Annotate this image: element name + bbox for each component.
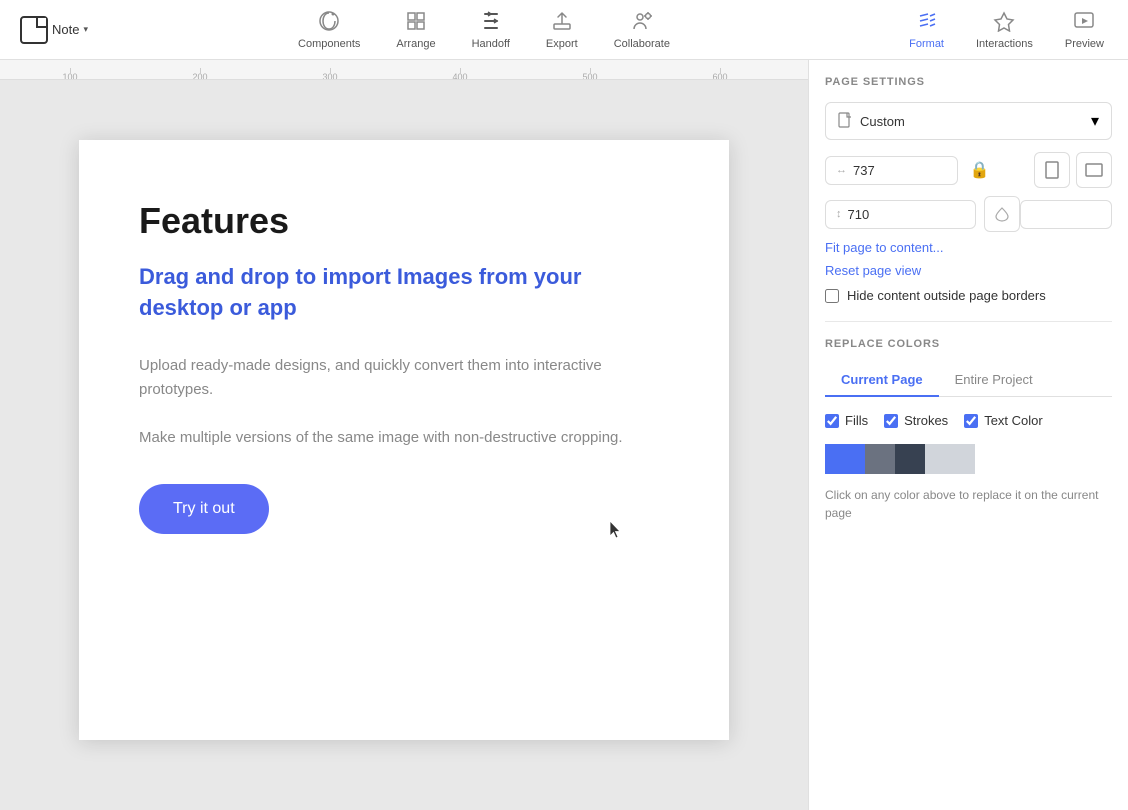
lock-icon[interactable]: 🔒	[966, 156, 994, 184]
arrange-label: Arrange	[396, 38, 435, 50]
canvas-area[interactable]: 100 200 300 400 500 600 Features Drag an…	[0, 60, 808, 810]
collaborate-tool[interactable]: Collaborate	[600, 4, 684, 56]
format-tool[interactable]: Format	[895, 4, 958, 56]
ruler-tick-100	[70, 68, 71, 74]
height-input-group: ↕	[825, 200, 976, 229]
components-icon	[318, 10, 340, 35]
main-layout: 100 200 300 400 500 600 Features Drag an…	[0, 60, 1128, 810]
ruler-tick-500	[590, 68, 591, 74]
ruler-top: 100 200 300 400 500 600	[0, 60, 808, 80]
fill-row	[984, 196, 1113, 232]
height-icon: ↕	[836, 208, 842, 220]
text-color-checkbox[interactable]	[964, 414, 978, 428]
filter-checkboxes: Fills Strokes Text Color	[825, 413, 1112, 428]
text-color-checkbox-item[interactable]: Text Color	[964, 413, 1043, 428]
note-icon	[20, 16, 48, 44]
divider-1	[825, 321, 1112, 322]
toolbar-center: Components Arrange Handoff	[130, 4, 838, 56]
fills-checkbox[interactable]	[825, 414, 839, 428]
toolbar-left: Note ▾	[10, 10, 130, 50]
toolbar: Note ▾ Components	[0, 0, 1128, 60]
interactions-label: Interactions	[976, 38, 1033, 50]
swatch-gray[interactable]	[865, 444, 895, 474]
hide-content-checkbox[interactable]	[825, 289, 839, 303]
collaborate-label: Collaborate	[614, 38, 670, 50]
width-input-group: ↔	[825, 156, 958, 185]
arrange-icon	[405, 10, 427, 35]
components-label: Components	[298, 38, 360, 50]
replace-colors-title: REPLACE COLORS	[825, 338, 1112, 350]
try-it-button[interactable]: Try it out	[139, 484, 269, 534]
portrait-button[interactable]	[1034, 152, 1070, 188]
width-icon: ↔	[836, 164, 847, 176]
landscape-button[interactable]	[1076, 152, 1112, 188]
export-icon	[551, 10, 573, 35]
fill-icon-button[interactable]	[984, 196, 1020, 232]
ruler-tick-600	[720, 68, 721, 74]
cursor-indicator	[609, 520, 621, 538]
width-input[interactable]	[853, 163, 903, 178]
action-links: Fit page to content... Reset page view	[825, 240, 1112, 278]
ruler-marks: 100 200 300 400 500 600	[0, 60, 808, 79]
tab-entire-project[interactable]: Entire Project	[939, 364, 1049, 397]
ruler-tick-400	[460, 68, 461, 74]
note-label: Note	[52, 22, 79, 37]
page-size-dropdown-left: Custom	[838, 112, 905, 131]
tab-current-page[interactable]: Current Page	[825, 364, 939, 397]
export-tool[interactable]: Export	[532, 4, 592, 56]
ruler-tick-200	[200, 68, 201, 74]
format-label: Format	[909, 38, 944, 50]
strokes-checkbox-item[interactable]: Strokes	[884, 413, 948, 428]
interactions-icon	[993, 10, 1015, 35]
interactions-tool[interactable]: Interactions	[962, 4, 1047, 56]
strokes-checkbox[interactable]	[884, 414, 898, 428]
export-label: Export	[546, 38, 578, 50]
page-canvas: Features Drag and drop to import Images …	[79, 140, 729, 740]
swatch-dark[interactable]	[895, 444, 925, 474]
fill-color-input[interactable]	[1020, 200, 1113, 229]
strokes-label: Strokes	[904, 413, 948, 428]
hide-content-label: Hide content outside page borders	[847, 288, 1046, 303]
handoff-label: Handoff	[472, 38, 510, 50]
preview-label: Preview	[1065, 38, 1104, 50]
features-title: Features	[139, 200, 669, 242]
page-orient-group	[1001, 152, 1112, 188]
components-tool[interactable]: Components	[284, 4, 374, 56]
features-para-1: Upload ready-made designs, and quickly c…	[139, 354, 669, 402]
note-tool[interactable]: Note ▾	[10, 10, 98, 50]
fills-checkbox-item[interactable]: Fills	[825, 413, 868, 428]
reset-view-link[interactable]: Reset page view	[825, 263, 1112, 278]
canvas-content[interactable]: Features Drag and drop to import Images …	[0, 80, 808, 810]
features-subtitle: Drag and drop to import Images from your…	[139, 262, 669, 324]
ruler-tick-300	[330, 68, 331, 74]
hide-content-row: Hide content outside page borders	[825, 288, 1112, 303]
handoff-icon	[480, 10, 502, 35]
page-doc-icon	[838, 112, 852, 131]
page-settings-title: PAGE SETTINGS	[825, 76, 1112, 88]
collaborate-icon	[631, 10, 653, 35]
page-size-label: Custom	[860, 114, 905, 129]
toolbar-right: Format Interactions Preview	[838, 4, 1118, 56]
right-panel: PAGE SETTINGS Custom ▾ ↔ 🔒	[808, 60, 1128, 810]
swatch-blue[interactable]	[825, 444, 865, 474]
height-row: ↕	[825, 196, 1112, 232]
replace-hint: Click on any color above to replace it o…	[825, 486, 1112, 522]
preview-icon	[1073, 10, 1095, 35]
note-dropdown-arrow: ▾	[83, 24, 88, 35]
arrange-tool[interactable]: Arrange	[382, 4, 449, 56]
fit-page-link[interactable]: Fit page to content...	[825, 240, 1112, 255]
width-row: ↔ 🔒	[825, 152, 1112, 188]
fills-label: Fills	[845, 413, 868, 428]
format-icon	[916, 10, 938, 35]
color-swatches-row	[825, 444, 1112, 474]
text-color-label: Text Color	[984, 413, 1043, 428]
preview-tool[interactable]: Preview	[1051, 4, 1118, 56]
swatch-light[interactable]	[925, 444, 975, 474]
handoff-tool[interactable]: Handoff	[458, 4, 524, 56]
replace-colors-tabs: Current Page Entire Project	[825, 364, 1112, 397]
features-para-2: Make multiple versions of the same image…	[139, 426, 669, 450]
page-size-dropdown[interactable]: Custom ▾	[825, 102, 1112, 140]
dropdown-chevron-icon: ▾	[1091, 111, 1099, 131]
height-input[interactable]	[848, 207, 898, 222]
